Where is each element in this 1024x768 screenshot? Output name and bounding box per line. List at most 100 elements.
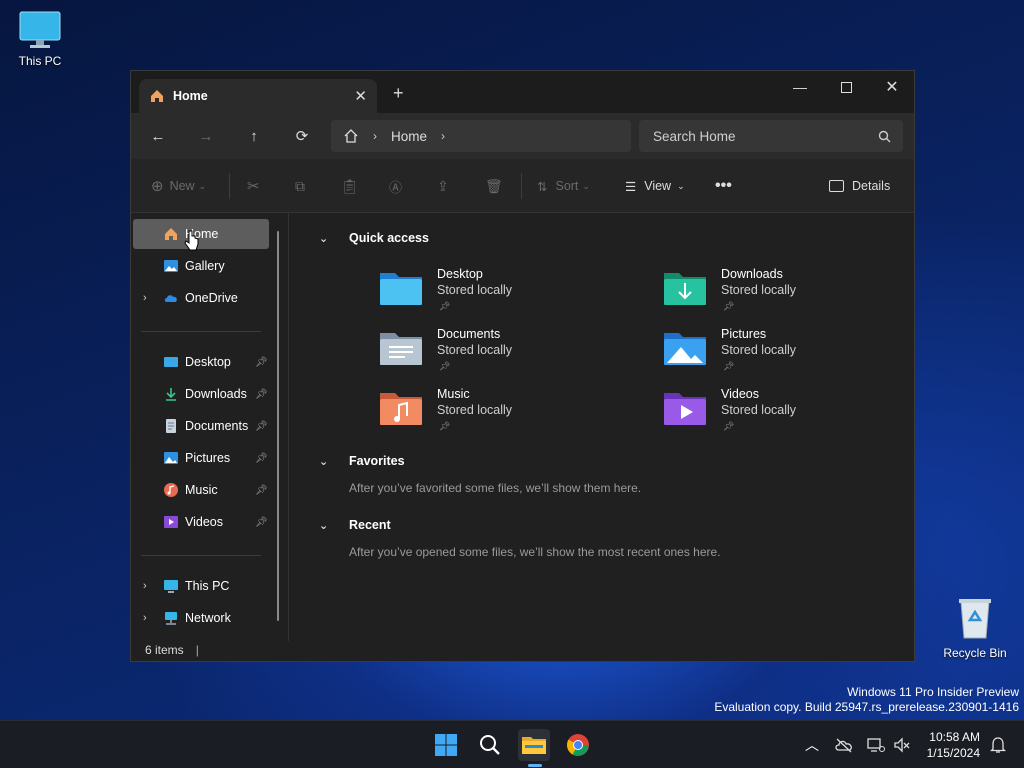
chevron-right-icon[interactable]: › — [441, 129, 445, 143]
chevron-down-icon[interactable]: ⌄ — [319, 455, 328, 468]
search-button[interactable] — [474, 729, 506, 761]
onedrive-status-icon[interactable] — [828, 729, 860, 761]
item-name: Pictures — [721, 327, 767, 341]
delete-button[interactable]: 🗑︎ — [485, 175, 503, 197]
pin-icon[interactable]: 📌︎ — [255, 421, 268, 432]
quick-access-item-desktop[interactable]: Desktop Stored locally 📌︎ — [379, 267, 619, 323]
pin-icon[interactable]: 📌︎ — [255, 517, 268, 528]
quick-access-item-pictures[interactable]: Pictures Stored locally 📌︎ — [663, 327, 903, 383]
show-hidden-icons-button[interactable]: ︿ — [796, 729, 828, 761]
pin-icon[interactable]: 📌︎ — [255, 389, 268, 400]
rename-button[interactable]: Ⓐ — [389, 175, 402, 197]
details-button[interactable]: Details — [829, 175, 890, 197]
new-tab-button[interactable]: + — [393, 83, 404, 104]
sidebar-scrollbar[interactable] — [277, 231, 279, 621]
sidebar-divider — [141, 331, 261, 332]
forward-button[interactable]: → — [193, 123, 219, 149]
item-name: Music — [437, 387, 470, 401]
sidebar-item-downloads[interactable]: Downloads 📌︎ — [133, 379, 269, 409]
desktop-folder-icon — [380, 273, 422, 305]
pin-icon: 📌︎ — [723, 361, 735, 371]
file-explorer-taskbar-button[interactable] — [518, 729, 550, 761]
search-box[interactable]: Search Home — [639, 120, 903, 152]
new-label: New — [169, 179, 195, 193]
monitor-icon — [19, 11, 61, 48]
sidebar-item-this-pc[interactable]: › This PC — [133, 571, 269, 601]
quick-access-item-videos[interactable]: Videos Stored locally 📌︎ — [663, 387, 903, 443]
paste-button[interactable]: 📋︎ — [341, 175, 359, 197]
sort-button[interactable]: ⇅ Sort ⌄ — [537, 175, 590, 197]
sidebar-item-label: Videos — [185, 515, 223, 529]
notifications-button[interactable] — [982, 729, 1014, 761]
breadcrumb-home[interactable]: Home — [391, 129, 427, 144]
sidebar-item-videos[interactable]: Videos 📌︎ — [133, 507, 269, 537]
chevron-down-icon[interactable]: ⌄ — [319, 232, 328, 245]
item-status: Stored locally — [721, 403, 797, 417]
active-app-indicator — [528, 764, 542, 767]
sidebar-item-label: Documents — [185, 419, 249, 433]
maximize-button[interactable] — [823, 71, 869, 103]
recent-header[interactable]: ⌄ Recent — [319, 518, 391, 532]
minimize-button[interactable]: — — [777, 71, 823, 103]
sidebar-item-network[interactable]: › Network — [133, 603, 269, 633]
gallery-icon — [164, 260, 178, 272]
folder-icon — [522, 737, 546, 754]
download-icon — [166, 388, 176, 401]
pin-icon[interactable]: 📌︎ — [255, 357, 268, 368]
chevron-right-icon[interactable]: › — [143, 612, 147, 624]
favorites-header[interactable]: ⌄ Favorites — [319, 454, 405, 468]
pin-icon[interactable]: 📌︎ — [255, 453, 268, 464]
share-button[interactable]: ⇪ — [437, 175, 449, 197]
sidebar-item-pictures[interactable]: Pictures 📌︎ — [133, 443, 269, 473]
sidebar-item-music[interactable]: Music 📌︎ — [133, 475, 269, 505]
back-button[interactable]: ← — [145, 123, 171, 149]
cloud-icon — [164, 295, 177, 302]
clock-time: 10:58 AM — [929, 730, 980, 744]
sidebar-item-gallery[interactable]: Gallery — [133, 251, 269, 281]
start-button[interactable] — [430, 729, 462, 761]
pin-icon[interactable]: 📌︎ — [255, 485, 268, 496]
section-title: Favorites — [349, 454, 405, 468]
system-clock[interactable]: 10:58 AM 1/15/2024 — [927, 729, 980, 761]
quick-access-item-documents[interactable]: Documents Stored locally 📌︎ — [379, 327, 619, 383]
content-pane: ⌄ Quick access Desktop Stored locally 📌︎… — [289, 213, 914, 641]
sidebar-item-home[interactable]: Home — [133, 219, 269, 249]
item-status: Stored locally — [721, 343, 797, 357]
view-button[interactable]: ☰ View ⌄ — [625, 175, 685, 197]
refresh-button[interactable]: ⟳ — [289, 123, 315, 149]
quick-access-item-downloads[interactable]: Downloads Stored locally 📌︎ — [663, 267, 903, 323]
chevron-right-icon[interactable]: › — [143, 292, 147, 304]
title-bar[interactable]: Home ✕ + — ✕ — [131, 71, 914, 113]
sidebar-item-documents[interactable]: Documents 📌︎ — [133, 411, 269, 441]
desktop-icon-recycle-bin[interactable]: Recycle Bin — [935, 596, 1015, 660]
sidebar-item-desktop[interactable]: Desktop 📌︎ — [133, 347, 269, 377]
chevron-down-icon: ⌄ — [677, 180, 685, 191]
new-button[interactable]: ⊕ New ⌄ — [151, 175, 206, 197]
more-options-button[interactable]: ••• — [715, 175, 732, 197]
quick-access-header[interactable]: ⌄ Quick access — [319, 231, 429, 245]
favorites-empty-message: After you’ve favorited some files, we’ll… — [349, 481, 642, 495]
toolbar-divider — [229, 173, 230, 199]
search-icon — [878, 130, 891, 142]
pictures-folder-icon — [664, 333, 706, 365]
pin-icon: 📌︎ — [723, 301, 735, 311]
close-tab-icon[interactable]: ✕ — [354, 87, 367, 105]
watermark-line-1: Windows 11 Pro Insider Preview — [847, 685, 1019, 699]
chrome-taskbar-button[interactable] — [562, 729, 594, 761]
desktop-icon-this-pc[interactable]: This PC — [0, 10, 80, 68]
status-divider: | — [195, 643, 199, 657]
chevron-down-icon[interactable]: ⌄ — [319, 519, 328, 532]
music-icon — [164, 483, 178, 497]
close-button[interactable]: ✕ — [869, 71, 915, 103]
copy-button[interactable]: ⧉ — [295, 175, 305, 197]
mouse-pointer-icon — [184, 230, 199, 251]
cut-button[interactable]: ✂ — [247, 175, 260, 197]
sidebar-item-onedrive[interactable]: › OneDrive — [133, 283, 269, 313]
tab-home[interactable]: Home ✕ — [139, 79, 377, 113]
up-button[interactable]: ↑ — [241, 123, 267, 149]
item-status: Stored locally — [437, 403, 513, 417]
volume-muted-icon[interactable] — [886, 729, 918, 761]
chevron-right-icon[interactable]: › — [143, 580, 147, 592]
address-bar[interactable]: › Home › — [331, 120, 631, 152]
quick-access-item-music[interactable]: Music Stored locally 📌︎ — [379, 387, 619, 443]
